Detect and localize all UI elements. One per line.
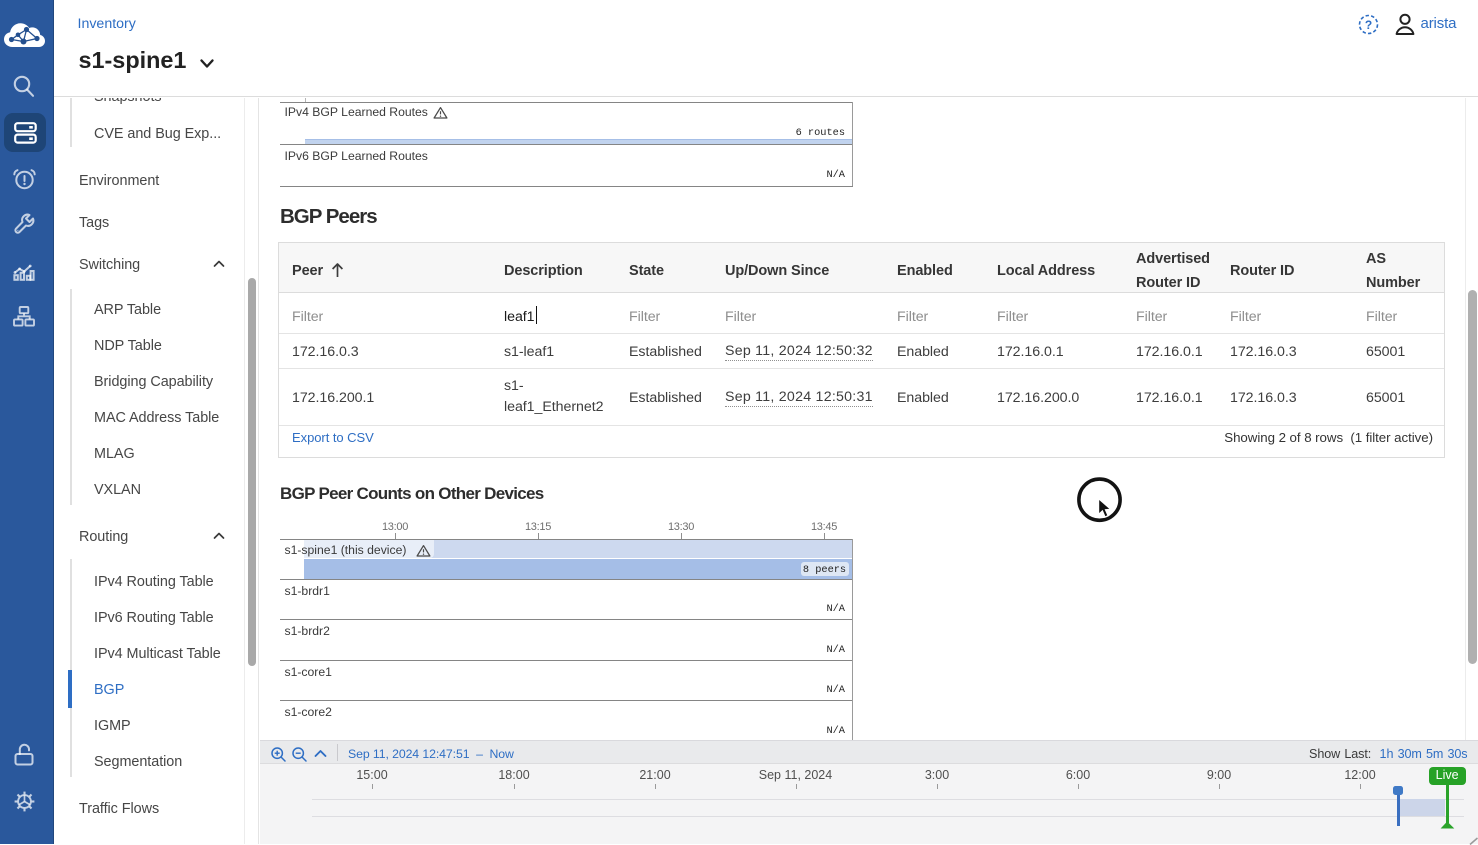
svg-text:?: ?	[1365, 18, 1372, 32]
